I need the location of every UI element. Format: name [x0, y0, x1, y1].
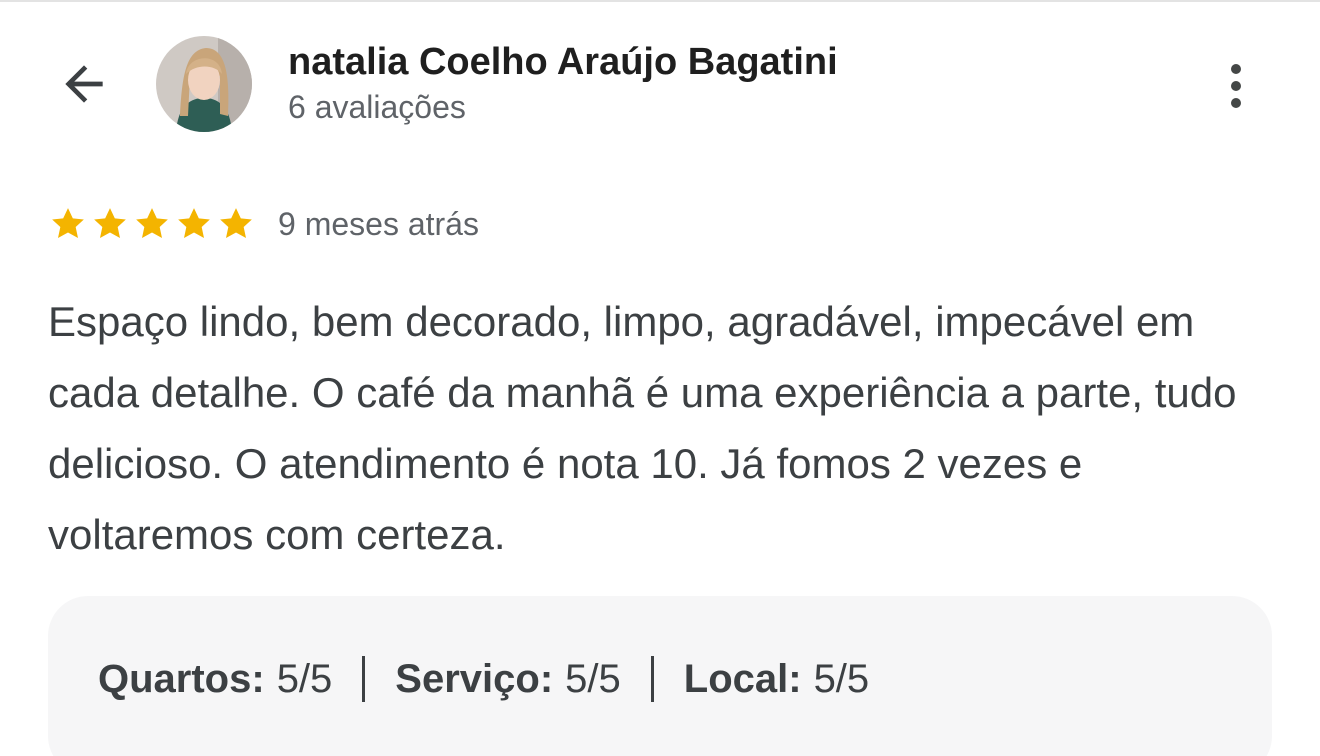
- star-icon: [136, 208, 168, 238]
- separator: [362, 656, 366, 702]
- rating-row: 9 meses atrás: [48, 204, 479, 244]
- review-text: Espaço lindo, bem decorado, limpo, agrad…: [48, 298, 1237, 558]
- top-divider: [0, 0, 1320, 2]
- review-count: 6 avaliações: [288, 89, 466, 125]
- review-page: natalia Coelho Araújo Bagatini 6 avaliaç…: [0, 0, 1320, 756]
- arrow-back-icon: [65, 65, 103, 103]
- sub-ratings-panel: Quartos: 5/5 Serviço: 5/5 Local: 5/5: [48, 596, 1272, 756]
- sub-rating-label: Serviço:: [395, 656, 554, 701]
- sub-rating-value: 5/5: [276, 656, 333, 701]
- more-vert-icon: [1231, 64, 1241, 74]
- sub-rating-value: 5/5: [813, 656, 870, 701]
- avatar[interactable]: [156, 36, 252, 132]
- sub-rating-label: Local:: [683, 656, 802, 701]
- review-date: 9 meses atrás: [278, 205, 479, 242]
- star-icon: [52, 208, 84, 238]
- star-icon: [94, 208, 126, 238]
- reviewer-name[interactable]: natalia Coelho Araújo Bagatini: [288, 38, 838, 86]
- star-rating: [48, 204, 256, 244]
- sub-rating-label: Quartos:: [98, 656, 265, 701]
- profile-photo: [156, 36, 252, 132]
- more-options-button[interactable]: [1212, 56, 1260, 116]
- star-icon: [220, 208, 252, 238]
- more-vert-icon-dot: [1231, 81, 1241, 91]
- sub-rating-value: 5/5: [565, 656, 621, 701]
- sub-ratings: Quartos: 5/5 Serviço: 5/5 Local: 5/5: [98, 656, 869, 702]
- separator: [650, 656, 654, 702]
- back-button[interactable]: [52, 52, 116, 116]
- more-vert-icon-dot: [1231, 98, 1241, 108]
- star-icon: [178, 208, 210, 238]
